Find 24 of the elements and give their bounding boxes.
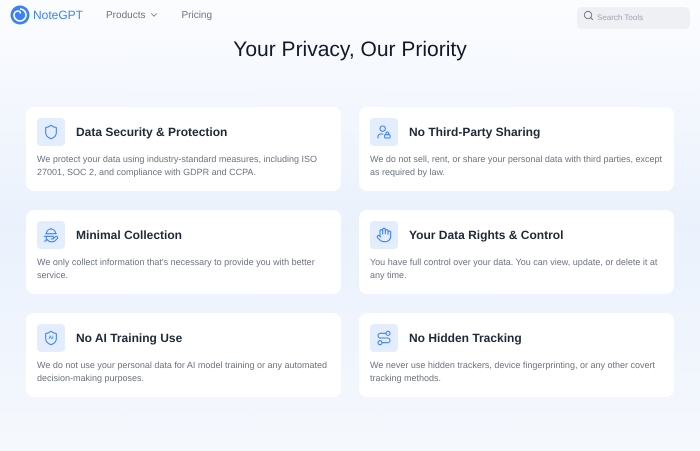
shield-icon [43,124,59,140]
card-description: We do not use your personal data for AI model training or any automated decision-making purposes. [37,359,328,385]
card-title: No Third-Party Sharing [409,124,540,141]
user-lock-icon [376,124,392,140]
card-title: Data Security & Protection [76,124,228,141]
page-title: Your Privacy, Our Priority [232,37,468,63]
hand-icon [376,227,392,243]
card-description: We protect your data using industry-standard measures, including ISO 27001, SOC 2, and compliance with GDPR and CCPA. [37,153,318,179]
route-icon [376,330,392,346]
card-title: Your Data Rights & Control [409,227,564,244]
card-description: We only collect information that's necessary to provide you with better service. [37,256,316,282]
card-title: No AI Training Use [76,330,182,347]
nav-link[interactable]: Pricing [181,8,212,22]
logo-icon [10,5,30,25]
card-title: Minimal Collection [76,227,182,244]
hand-platter-icon [43,227,59,243]
brand-name: NoteGPT [33,7,84,24]
card-description: We do not sell, rent, or share your personal data with third parties, except as required by law. [370,153,663,179]
search-icon [583,10,594,20]
search-field[interactable]: Search Tools [577,6,690,28]
card-description: We never use hidden trackers, device fingerprinting, or any other covert tracking methods. [370,359,656,385]
card-description: You have full control over your data. You can view, update, or delete it at any time. [370,256,658,282]
card-title: No Hidden Tracking [409,330,522,347]
nav-link[interactable]: Products [106,8,160,22]
